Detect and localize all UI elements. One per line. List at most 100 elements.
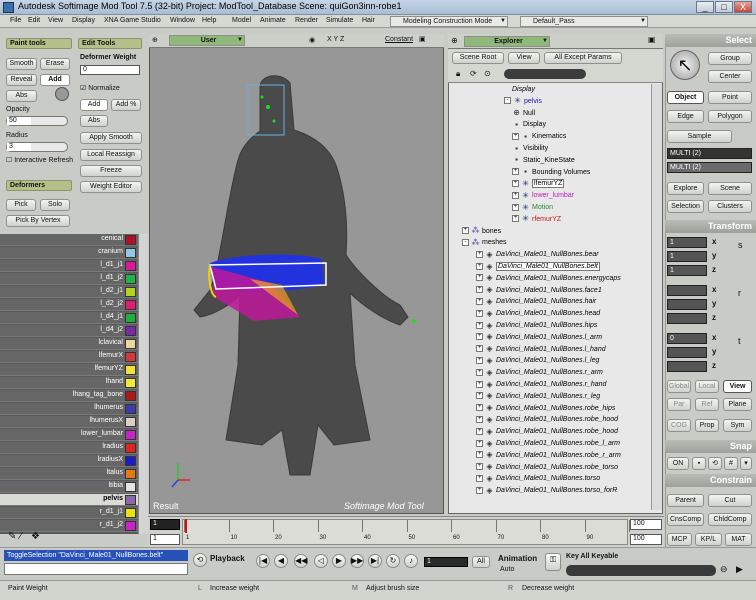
expand-icon[interactable]: +	[512, 168, 519, 176]
translate-y-field[interactable]	[667, 347, 707, 358]
shading-mode-menu[interactable]: Constant	[385, 36, 413, 43]
timeline-start-field-2[interactable]: 1	[150, 534, 180, 545]
timeline[interactable]: 1 1 1102030405060708090100 100 100	[148, 516, 664, 547]
explorer-tree-node[interactable]: + ◈ DaVinci_Male01_NullBones.robe_hips	[476, 403, 615, 414]
rotate-z-field[interactable]	[667, 313, 707, 324]
expand-icon[interactable]: +	[512, 191, 519, 199]
deformer-color-swatch[interactable]	[125, 404, 136, 414]
script-command-line[interactable]: ToggleSelection "DaVinci_Male01_NullBone…	[4, 550, 188, 561]
polygon-button[interactable]: Polygon	[708, 110, 752, 123]
lock-icon[interactable]: 🔒︎	[456, 69, 460, 79]
reveal-button[interactable]: Reveal	[6, 74, 37, 86]
deformer-list-item[interactable]: l_d1_j2	[0, 273, 148, 285]
snap-curve-icon[interactable]: ⟲	[708, 457, 722, 470]
scale-x-field[interactable]: 1	[667, 237, 707, 248]
current-frame-field[interactable]: 1	[424, 557, 468, 567]
menu-model[interactable]: Model	[232, 17, 251, 24]
point-button[interactable]: Point	[708, 91, 752, 104]
add-percent-button[interactable]: Add %	[111, 99, 141, 111]
kpl-tab[interactable]: KP/L	[695, 533, 722, 546]
deformer-color-swatch[interactable]	[125, 378, 136, 388]
add-mode-button[interactable]: Add	[40, 74, 70, 86]
deformer-color-swatch[interactable]	[125, 443, 136, 453]
scene-tool-icon[interactable]: ❖	[31, 531, 40, 542]
deformer-list-item[interactable]: cranium	[0, 247, 148, 259]
timeline-track[interactable]	[182, 519, 628, 545]
collapse-icon[interactable]: -	[462, 239, 469, 247]
translate-icon[interactable]: t	[738, 336, 741, 346]
menu-animate[interactable]: Animate	[260, 17, 286, 24]
global-button[interactable]: Global	[667, 380, 691, 393]
selection-name-field[interactable]: MULTI (2)	[667, 148, 752, 159]
viewport-maximize-icon[interactable]: ▣	[419, 35, 426, 43]
apply-smooth-button[interactable]: Apply Smooth	[80, 132, 142, 144]
edge-button[interactable]: Edge	[667, 110, 704, 123]
explorer-tree-node[interactable]: ⊕ Null	[512, 108, 535, 119]
explorer-tree-node[interactable]: + ✳ lower_lumbar	[512, 190, 574, 201]
interactive-refresh-checkbox[interactable]: ☐ Interactive Refresh	[6, 157, 76, 165]
explorer-tree-node[interactable]: + ▪ Kinematics	[512, 131, 566, 142]
timeline-end-field-2[interactable]: 100	[630, 534, 662, 545]
view-button[interactable]: View	[723, 380, 752, 393]
deformer-list-item[interactable]: lhang_tag_bone	[0, 390, 148, 402]
deformer-color-swatch[interactable]	[125, 248, 136, 258]
loop-icon[interactable]: ↻	[386, 554, 400, 568]
close-button[interactable]: X	[734, 1, 752, 13]
translate-x-field[interactable]: 0	[667, 333, 707, 344]
explorer-menu-icon[interactable]: ⊕	[451, 36, 458, 45]
explorer-tree-node[interactable]: + ◈ DaVinci_Male01_NullBones.torso	[476, 473, 600, 484]
rotate-y-axis[interactable]: y	[712, 299, 716, 308]
explorer-tree-node[interactable]: + ✳ lfemurYZ	[512, 178, 565, 189]
menu-file[interactable]: File	[10, 17, 21, 24]
scale-y-axis[interactable]: y	[712, 251, 716, 260]
explorer-tree-node[interactable]: ▪ Visibility	[512, 143, 548, 154]
expand-icon[interactable]: +	[476, 333, 483, 341]
deformer-color-swatch[interactable]	[125, 339, 136, 349]
snap-grid-icon[interactable]: #	[724, 457, 738, 470]
explorer-tree-node[interactable]: + ◈ DaVinci_Male01_NullBones.l_hand	[476, 344, 606, 355]
expand-icon[interactable]: +	[476, 321, 483, 329]
expand-icon[interactable]: +	[512, 180, 519, 188]
scene-root-button[interactable]: Scene Root	[452, 52, 504, 64]
paint-tool-icon[interactable]: ∕	[20, 531, 22, 542]
deformer-color-swatch[interactable]	[125, 300, 136, 310]
play-icon[interactable]: ▶	[332, 554, 346, 568]
deformer-list-item[interactable]: l_d2_j1	[0, 286, 148, 298]
deformer-list-item[interactable]: l_d2_j2	[0, 299, 148, 311]
deformer-color-swatch[interactable]	[125, 508, 136, 518]
add-button[interactable]: Add	[80, 99, 108, 111]
audio-icon[interactable]: ♪	[404, 554, 418, 568]
auto-key-toggle[interactable]: Auto	[500, 566, 514, 573]
viewport-menu-icon[interactable]: ⊕	[152, 36, 158, 44]
erase-button[interactable]: Erase	[40, 58, 70, 70]
explorer-tree-node[interactable]: + ✳ Motion	[512, 202, 553, 213]
expand-icon[interactable]: +	[476, 486, 483, 494]
explorer-tree-node[interactable]: + ◈ DaVinci_Male01_NullBones.l_arm	[476, 332, 602, 343]
viewport[interactable]: Result Softimage Mod Tool	[149, 34, 444, 514]
explorer-tree-node[interactable]: + ◈ DaVinci_Male01_NullBones.bear	[476, 249, 599, 260]
clusters-button[interactable]: Clusters	[708, 200, 752, 213]
deformer-color-swatch[interactable]	[125, 313, 136, 323]
deformer-list-item[interactable]: lower_lumbar	[0, 429, 148, 441]
deformer-list-item[interactable]: lradiusX	[0, 455, 148, 467]
explorer-tree-node[interactable]: + ◈ DaVinci_Male01_NullBones.r_hand	[476, 379, 606, 390]
playback-label[interactable]: Playback	[210, 554, 245, 563]
snap-point-icon[interactable]: ▪	[692, 457, 706, 470]
menu-render[interactable]: Render	[295, 17, 318, 24]
minimize-button[interactable]: _	[696, 1, 714, 13]
group-button[interactable]: Group	[708, 52, 752, 65]
expand-icon[interactable]: +	[476, 404, 483, 412]
explorer-view-menu[interactable]: View	[508, 52, 540, 64]
keying-set-dropdown[interactable]: Key All Keyable	[566, 553, 618, 560]
object-button[interactable]: Object	[667, 91, 704, 104]
sync-icon[interactable]: ⊙	[484, 69, 491, 78]
deformer-list-item[interactable]: lclavical	[0, 338, 148, 350]
deformer-color-swatch[interactable]	[125, 521, 136, 531]
deformer-list-item[interactable]: lhand	[0, 377, 148, 389]
plane-button[interactable]: Plane	[723, 398, 752, 411]
expand-icon[interactable]: +	[476, 463, 483, 471]
menu-simulate[interactable]: Simulate	[326, 17, 353, 24]
next-key-icon[interactable]: ▶▶	[350, 554, 364, 568]
key-icon[interactable]: ⚿	[545, 553, 561, 571]
deformer-weight-field[interactable]: 0	[80, 65, 140, 75]
